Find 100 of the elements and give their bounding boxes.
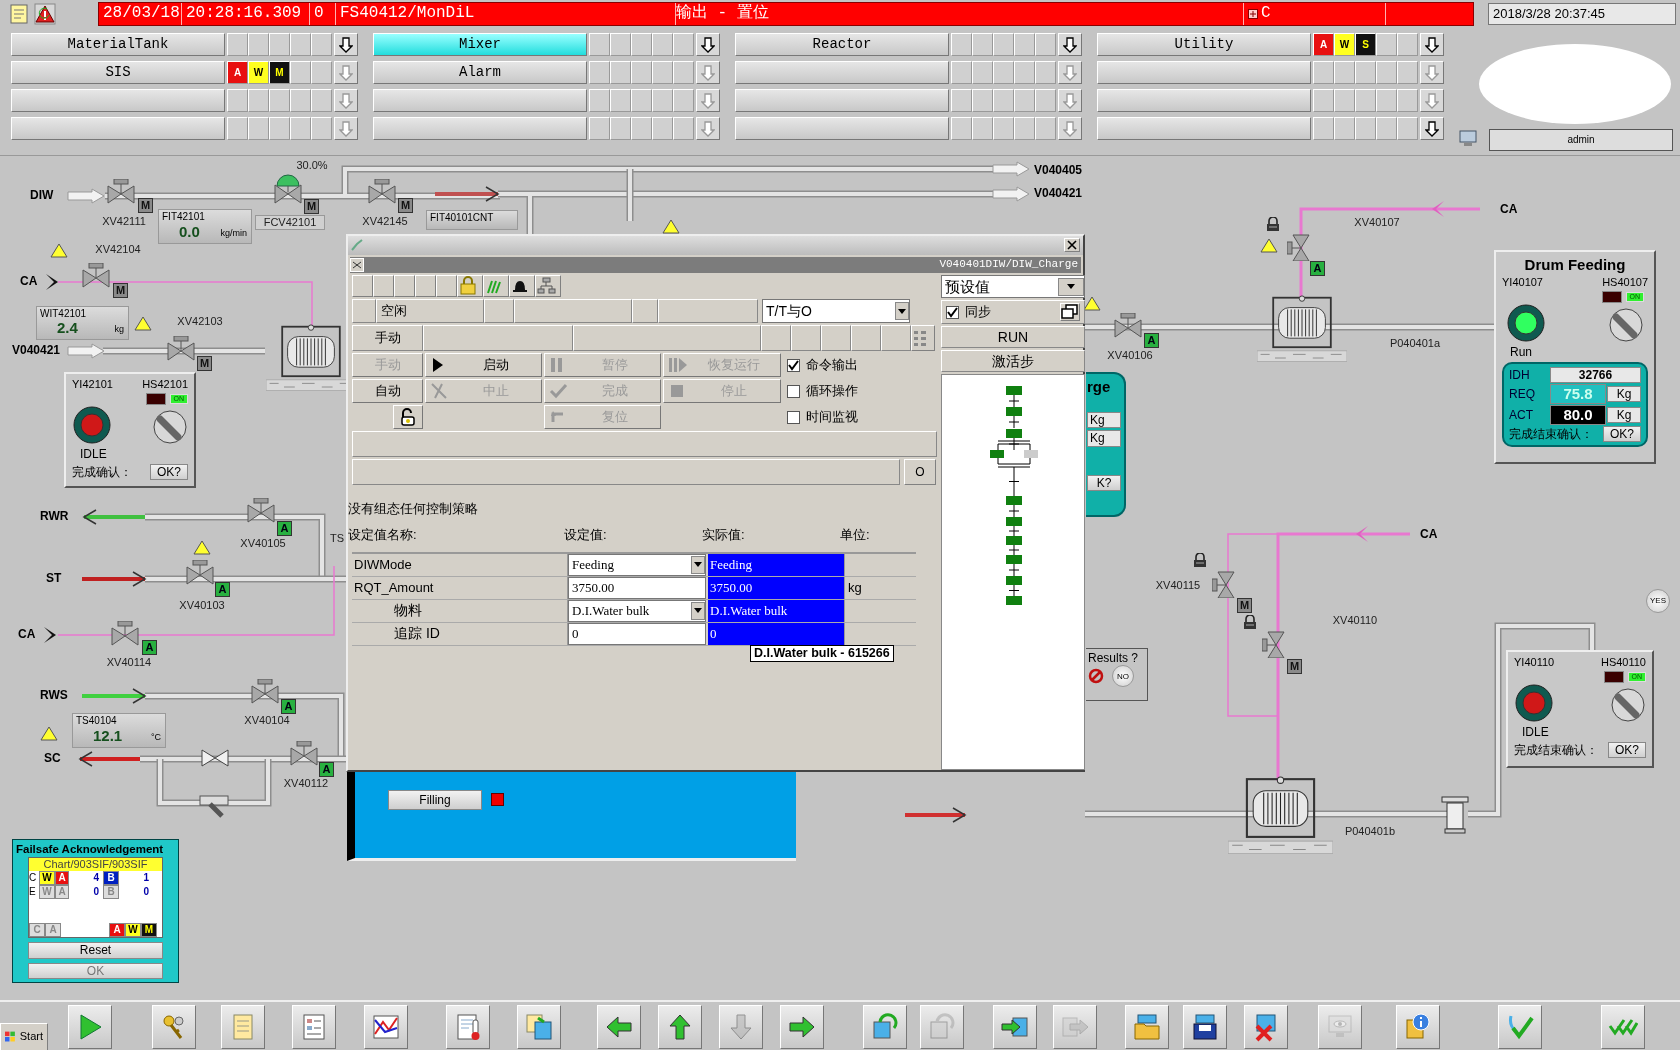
down-arrow-button[interactable] xyxy=(696,33,720,56)
rotary-switch-icon[interactable] xyxy=(1608,307,1644,344)
setpoint-dropdown[interactable]: D.I.Water bulk xyxy=(568,599,706,622)
bell-button[interactable] xyxy=(509,275,535,297)
alarm-icon[interactable] xyxy=(34,3,56,25)
status-slot xyxy=(652,61,673,84)
report-button[interactable] xyxy=(292,1005,336,1049)
yes-button[interactable]: YES xyxy=(1646,589,1670,613)
sfc-step xyxy=(990,450,1004,458)
mode-button[interactable]: 自动 xyxy=(352,379,423,403)
area-button[interactable]: Mixer xyxy=(373,33,587,56)
ok-button[interactable]: OK? xyxy=(1608,741,1646,758)
area-button[interactable] xyxy=(1097,61,1311,84)
rotate-button[interactable] xyxy=(863,1005,907,1049)
import-button[interactable] xyxy=(993,1005,1037,1049)
area-button[interactable] xyxy=(735,89,949,112)
checkbox-label: 时间监视 xyxy=(806,409,858,425)
down-arrow-button[interactable] xyxy=(1420,117,1444,140)
open-folder-button[interactable] xyxy=(1125,1005,1169,1049)
area-button[interactable]: Alarm xyxy=(373,61,587,84)
thermometer-button[interactable] xyxy=(446,1005,490,1049)
ok-button[interactable]: OK? xyxy=(150,463,188,480)
area-button[interactable] xyxy=(735,61,949,84)
status-slot xyxy=(269,89,290,112)
status-slot xyxy=(1014,117,1035,140)
status-slot xyxy=(1355,61,1376,84)
ok-button[interactable]: OK? xyxy=(1603,425,1641,443)
area-button[interactable] xyxy=(735,117,949,140)
counter-button[interactable]: O xyxy=(904,459,936,485)
status-lamp[interactable] xyxy=(72,405,112,446)
rotary-switch-icon[interactable] xyxy=(1610,687,1646,724)
area-button[interactable] xyxy=(1097,117,1311,140)
checkmark-button[interactable] xyxy=(1498,1005,1542,1049)
area-button[interactable]: SIS xyxy=(11,61,225,84)
delete-button[interactable] xyxy=(1244,1005,1288,1049)
area-button[interactable] xyxy=(373,117,587,140)
area-button[interactable] xyxy=(373,89,587,112)
status-indicator: A xyxy=(45,923,61,937)
unlock-button[interactable] xyxy=(393,405,423,429)
area-button[interactable] xyxy=(11,117,225,140)
display-dropdown[interactable]: T/T与O xyxy=(762,299,910,323)
pump-tag: P040401b xyxy=(1335,825,1405,839)
checkbox[interactable] xyxy=(946,305,959,319)
alarm-indicator: S xyxy=(1355,33,1376,56)
area-button[interactable] xyxy=(11,89,225,112)
filling-button[interactable]: Filling xyxy=(388,790,482,810)
unit-label: Kg xyxy=(1607,406,1641,424)
up-arrow-button[interactable] xyxy=(658,1005,702,1049)
close-button[interactable] xyxy=(1064,238,1080,253)
setpoint-dropdown[interactable]: Feeding xyxy=(568,553,706,576)
status-slot xyxy=(972,61,993,84)
status-lamp[interactable] xyxy=(1506,303,1546,344)
line-label: RWR xyxy=(40,509,69,524)
warning-icon xyxy=(1083,296,1101,311)
trend-chart-button[interactable] xyxy=(364,1005,408,1049)
faceplate-path: V040401DIW/DIW_Charge xyxy=(939,258,1078,272)
status-slot xyxy=(673,33,694,56)
notepad-button[interactable] xyxy=(221,1005,265,1049)
status-lamp[interactable] xyxy=(1514,683,1554,724)
lock-button[interactable] xyxy=(457,275,483,297)
start-button[interactable]: 启动 xyxy=(425,353,542,377)
checkbox[interactable] xyxy=(787,384,800,398)
list-button[interactable] xyxy=(911,325,935,351)
setpoint-field[interactable]: 3750.00 xyxy=(568,576,706,599)
start-button[interactable]: Start xyxy=(0,1023,48,1050)
setpoint-field[interactable]: 0 xyxy=(568,622,706,645)
copy-button[interactable] xyxy=(517,1005,561,1049)
area-button[interactable]: MaterialTank xyxy=(11,33,225,56)
valve-icon xyxy=(82,263,110,289)
restore-button[interactable] xyxy=(1060,303,1080,321)
column-header: 设定值名称: xyxy=(348,526,418,544)
plant-button[interactable] xyxy=(483,275,509,297)
left-arrow-button[interactable] xyxy=(597,1005,641,1049)
reset-button[interactable]: Reset xyxy=(28,942,163,959)
row-label: C xyxy=(29,872,38,884)
down-arrow-button[interactable] xyxy=(334,33,358,56)
save-button[interactable] xyxy=(1183,1005,1227,1049)
keys-button[interactable] xyxy=(152,1005,196,1049)
network-button[interactable] xyxy=(535,275,561,297)
rotary-switch-icon[interactable] xyxy=(152,409,188,446)
area-button[interactable] xyxy=(1097,89,1311,112)
checkbox[interactable] xyxy=(787,358,800,372)
switch-tag: HS42101 xyxy=(142,378,188,392)
view-dropdown[interactable]: 预设值 xyxy=(941,275,1085,298)
play-button[interactable] xyxy=(68,1005,112,1049)
right-arrow-button[interactable] xyxy=(780,1005,824,1049)
pin-icon[interactable] xyxy=(350,257,364,272)
checkbox[interactable] xyxy=(787,410,800,424)
down-arrow-button[interactable] xyxy=(1420,33,1444,56)
status-slot xyxy=(791,325,821,351)
status-slot xyxy=(589,117,610,140)
status-slot xyxy=(1313,89,1334,112)
no-button[interactable]: NO xyxy=(1112,665,1134,688)
down-arrow-button[interactable] xyxy=(1058,33,1082,56)
info-button[interactable] xyxy=(1396,1005,1440,1049)
area-button[interactable]: Utility xyxy=(1097,33,1311,56)
ok-button[interactable]: K? xyxy=(1087,474,1121,492)
area-button[interactable]: Reactor xyxy=(735,33,949,56)
state-label: IDLE xyxy=(1521,725,1550,740)
double-checkmark-button[interactable] xyxy=(1601,1005,1645,1049)
